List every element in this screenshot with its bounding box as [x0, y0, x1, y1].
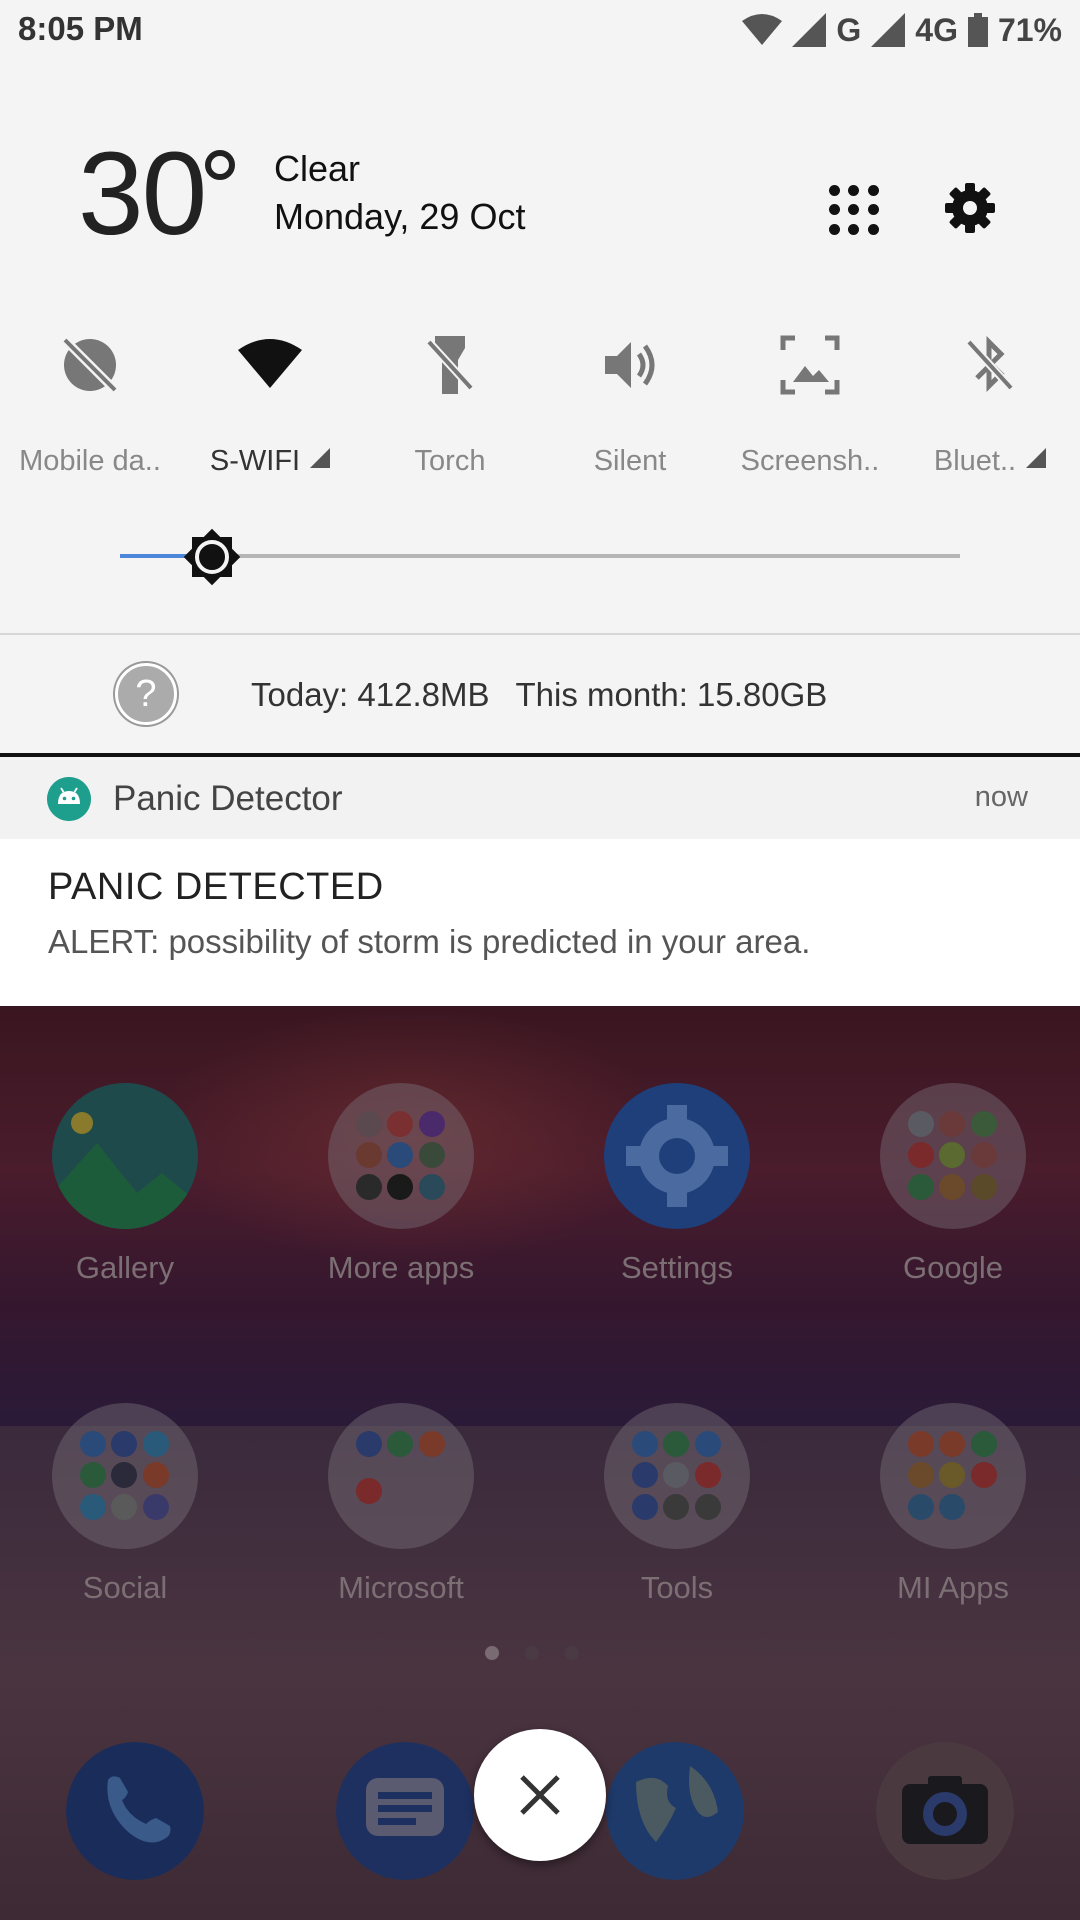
app-label: Microsoft	[338, 1570, 464, 1605]
notification-body[interactable]: PANIC DETECTED ALERT: possibility of sto…	[0, 839, 1080, 1006]
app-label: Social	[82, 1570, 168, 1605]
brightness-track	[120, 554, 960, 558]
brightness-icon[interactable]	[181, 526, 243, 588]
wifi-icon	[238, 339, 302, 388]
gallery-icon	[52, 1083, 198, 1229]
folder-icon	[604, 1403, 750, 1549]
messages-icon[interactable]	[336, 1742, 474, 1880]
page-dot	[565, 1646, 579, 1660]
app-label: More apps	[327, 1250, 475, 1285]
page-indicator	[485, 1646, 579, 1660]
browser-icon[interactable]	[606, 1742, 744, 1880]
brightness-slider[interactable]	[120, 528, 960, 586]
wifi-icon	[742, 14, 783, 45]
status-icons: G 4G 71%	[742, 8, 1062, 52]
app-gallery[interactable]: Gallery	[15, 1083, 235, 1323]
app-tools[interactable]: Tools	[567, 1403, 787, 1643]
notification-time: now	[974, 781, 1028, 813]
flashlight-off-icon	[426, 336, 474, 394]
gear-icon[interactable]	[942, 180, 998, 236]
bluetooth-off-icon	[966, 335, 1014, 393]
network-type-1: G	[836, 11, 862, 48]
tile-mobile-data[interactable]: Mobile da..	[0, 320, 180, 490]
folder-icon	[52, 1403, 198, 1549]
date-label: Monday, 29 Oct	[274, 196, 526, 237]
app-label: Settings	[620, 1250, 733, 1285]
quick-settings-tiles: Mobile da.. S-WIFI Torch Silent Screensh…	[0, 320, 1080, 490]
tile-torch[interactable]: Torch	[360, 320, 540, 490]
phone-icon[interactable]	[66, 1742, 204, 1880]
usage-month: This month: 15.80GB	[515, 676, 828, 713]
notification-title: PANIC DETECTED	[48, 866, 384, 908]
degree-symbol	[205, 150, 235, 180]
notification-text: ALERT: possibility of storm is predicted…	[48, 923, 811, 960]
tile-screenshot[interactable]: Screensh..	[720, 320, 900, 490]
page-dot	[525, 1646, 539, 1660]
battery-percent: 71%	[997, 11, 1062, 48]
app-google[interactable]: Google	[843, 1083, 1063, 1323]
tile-label: Screensh..	[740, 445, 880, 477]
help-icon[interactable]: ?	[115, 663, 177, 725]
weather-temperature: 30	[78, 128, 207, 260]
tile-wifi[interactable]: S-WIFI	[180, 320, 360, 490]
folder-icon	[880, 1403, 1026, 1549]
data-usage-summary[interactable]: Today: 412.8MB This month: 15.80GB	[251, 676, 827, 714]
tile-label: Bluet..	[900, 445, 1080, 478]
notification-app-name: Panic Detector	[113, 779, 343, 818]
battery-icon	[967, 13, 988, 47]
network-type-2: 4G	[915, 11, 958, 48]
status-bar: 8:05 PM G 4G 71%	[0, 0, 1080, 62]
folder-icon	[328, 1083, 474, 1229]
apps-grid-icon[interactable]	[828, 184, 880, 236]
tile-bluetooth[interactable]: Bluet..	[900, 320, 1080, 490]
gear-icon	[604, 1083, 750, 1229]
divider	[0, 633, 1080, 635]
app-mi-apps[interactable]: MI Apps	[843, 1403, 1063, 1643]
tile-silent[interactable]: Silent	[540, 320, 720, 490]
page-dot	[485, 1646, 499, 1660]
notification-header[interactable]: Panic Detector now	[0, 757, 1080, 839]
close-icon	[520, 1775, 560, 1815]
app-label: Tools	[640, 1570, 714, 1605]
expand-arrow-icon[interactable]	[310, 448, 331, 468]
tile-label: Mobile da..	[19, 445, 161, 477]
app-label: Google	[903, 1250, 1003, 1285]
signal-icon	[871, 13, 906, 47]
tile-label: Torch	[414, 445, 486, 477]
android-icon	[47, 777, 91, 821]
folder-icon	[880, 1083, 1026, 1229]
screenshot-icon	[780, 335, 840, 395]
signal-icon	[792, 13, 827, 47]
app-more-apps[interactable]: More apps	[291, 1083, 511, 1323]
app-label: MI Apps	[897, 1570, 1009, 1605]
volume-icon	[605, 342, 655, 388]
app-settings[interactable]: Settings	[567, 1083, 787, 1323]
close-button[interactable]	[474, 1729, 606, 1861]
app-microsoft[interactable]: Microsoft	[291, 1403, 511, 1643]
usage-today: Today: 412.8MB	[251, 676, 490, 713]
app-social[interactable]: Social	[15, 1403, 235, 1643]
weather-condition: Clear	[274, 148, 361, 189]
camera-icon[interactable]	[876, 1742, 1014, 1880]
folder-icon	[328, 1403, 474, 1549]
tile-label: Silent	[593, 445, 667, 477]
status-time: 8:05 PM	[18, 10, 143, 47]
expand-arrow-icon[interactable]	[1026, 448, 1047, 468]
tile-label: S-WIFI	[180, 445, 360, 478]
mobile-data-off-icon	[61, 336, 119, 394]
app-label: Gallery	[75, 1250, 175, 1285]
